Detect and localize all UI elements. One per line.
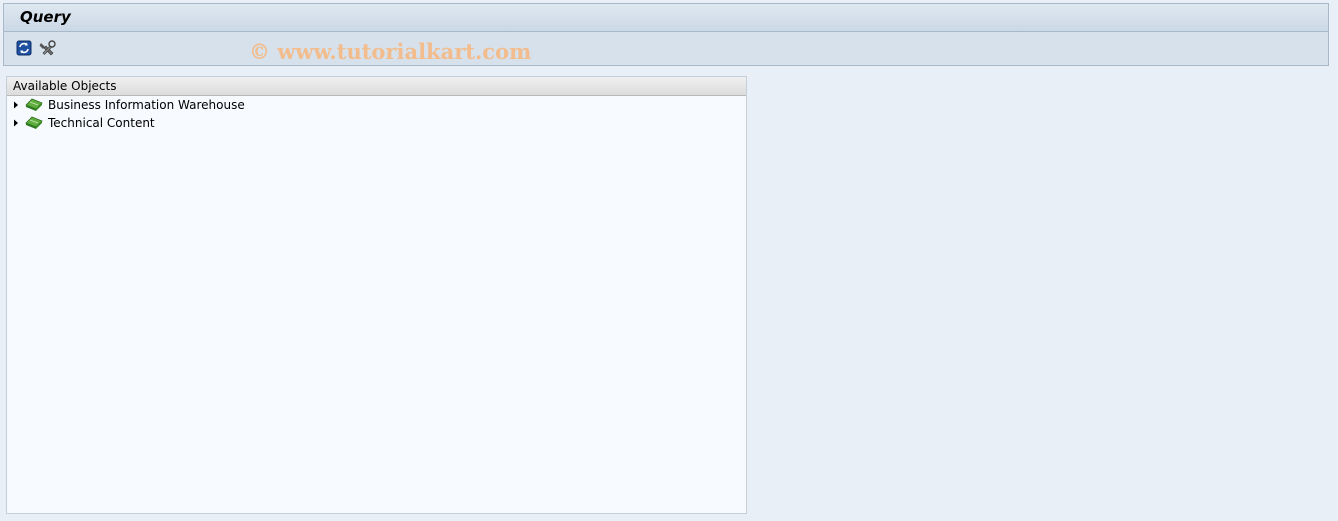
refresh-button[interactable]	[15, 39, 33, 57]
infoarea-icon	[25, 98, 43, 111]
available-objects-panel: Available Objects Business Information W…	[6, 76, 747, 514]
refresh-icon	[16, 40, 32, 56]
watermark: © www.tutorialkart.com	[249, 39, 532, 64]
infoarea-icon	[25, 116, 43, 129]
tree-node-label: Business Information Warehouse	[48, 98, 245, 112]
expand-arrow-icon[interactable]	[13, 114, 23, 132]
tree-node-technical-content[interactable]: Technical Content	[13, 114, 155, 132]
settings-tools-icon	[39, 40, 56, 56]
page-title: Query	[20, 8, 71, 26]
tree-node-label: Technical Content	[48, 116, 155, 130]
application-toolbar: © www.tutorialkart.com	[3, 32, 1329, 66]
settings-button[interactable]	[39, 39, 57, 57]
title-bar: Query	[3, 3, 1329, 32]
expand-arrow-icon[interactable]	[13, 96, 23, 114]
panel-header: Available Objects	[7, 77, 746, 96]
tree-node-business-information-warehouse[interactable]: Business Information Warehouse	[13, 96, 245, 114]
